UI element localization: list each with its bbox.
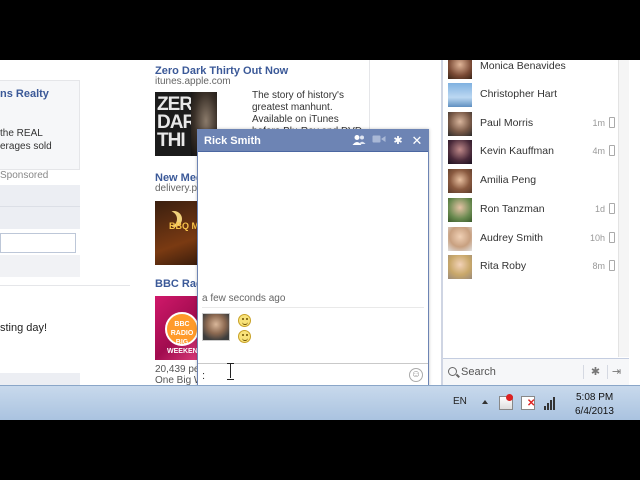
realty-ad-text: the REAL [0, 128, 43, 139]
divider [202, 307, 424, 308]
divider [0, 285, 130, 286]
smiley-emoji-icon [238, 330, 251, 343]
ad-url: delivery.p [155, 183, 198, 194]
left-panel-row [0, 255, 80, 277]
sponsored-label: Sponsored [0, 170, 49, 181]
mobile-device-icon [609, 232, 615, 243]
friend-search-input[interactable] [461, 364, 571, 380]
friend-name: Amilia Peng [480, 174, 537, 186]
realty-ad-card[interactable]: ns Realty the REAL erages sold [0, 80, 80, 170]
ad-title[interactable]: BBC Rad [155, 278, 203, 290]
windows-taskbar: EN 5:08 PM 6/4/2013 [0, 385, 640, 420]
realty-ad-text: erages sold [0, 141, 52, 152]
friend-name: Ron Tanzman [480, 203, 545, 215]
friend-name: Rita Roby [480, 260, 527, 272]
avatar [448, 83, 472, 107]
friend-last-active: 4m [592, 146, 605, 156]
friend-name: Audrey Smith [480, 232, 544, 244]
friend-last-active: 1d [594, 204, 605, 214]
ad-likes-count: 20,439 pe [155, 364, 200, 375]
friend-name: Christopher Hart [480, 88, 558, 100]
video-call-icon[interactable] [372, 134, 386, 148]
friend-item[interactable]: Rita Roby 8m [443, 253, 629, 281]
avatar [448, 255, 472, 279]
chat-header[interactable]: Rick Smith ✱ ✕ [198, 130, 428, 152]
tray-app-icon[interactable] [499, 394, 513, 410]
realty-ad-title[interactable]: ns Realty [0, 88, 49, 100]
show-hidden-icons-icon[interactable] [482, 400, 488, 404]
friend-last-active: 1m [592, 118, 605, 128]
friend-name: Paul Morris [480, 117, 534, 129]
avatar [448, 227, 472, 251]
mobile-device-icon [609, 117, 615, 128]
pop-out-icon[interactable]: ⇥ [607, 365, 625, 379]
friend-item[interactable]: Ron Tanzman 1d [443, 196, 629, 224]
gear-icon[interactable]: ✱ [583, 365, 603, 379]
friend-last-active: 10h [589, 233, 605, 243]
clock-time[interactable]: 5:08 PM [576, 392, 613, 403]
ad-image-text: BBC RADIO BIG WEEKEND [165, 312, 203, 355]
avatar [448, 112, 472, 136]
action-center-flag-icon[interactable] [521, 396, 535, 410]
avatar [448, 60, 472, 79]
sidebar-footer: ✱ ⇥ [443, 358, 629, 385]
avatar [448, 198, 472, 222]
friend-item[interactable]: Christopher Hart [443, 81, 629, 109]
chat-window: Rick Smith ✱ ✕ a few seconds ago ☺ [197, 129, 429, 387]
mobile-device-icon [609, 260, 615, 271]
friend-last-active: 8m [592, 261, 605, 271]
left-panel-row [0, 207, 80, 229]
avatar [448, 140, 472, 164]
close-icon[interactable]: ✕ [410, 134, 424, 148]
avatar [448, 169, 472, 193]
friend-item[interactable]: Monica Benavides [443, 60, 629, 81]
left-text-field[interactable] [0, 233, 76, 253]
left-panel-row [0, 373, 80, 385]
emoji-icon[interactable]: ☺ [409, 368, 423, 382]
browser-viewport: ns Realty the REAL erages sold Sponsored… [0, 60, 640, 420]
friend-item[interactable]: Paul Morris 1m [443, 110, 629, 138]
ad-url: itunes.apple.com [155, 76, 231, 87]
friend-name: Kevin Kauffman [480, 145, 554, 157]
mobile-device-icon [609, 203, 615, 214]
i-beam-cursor-icon [227, 363, 234, 380]
avatar[interactable] [202, 313, 230, 341]
mobile-device-icon [609, 145, 615, 156]
chat-timestamp: a few seconds ago [202, 293, 286, 304]
network-signal-icon[interactable] [543, 396, 557, 410]
add-friends-icon [352, 135, 366, 145]
search-icon [448, 367, 457, 376]
chat-sidebar: Monica Benavides Christopher Hart Paul M… [441, 60, 629, 385]
add-friends-icon[interactable] [352, 134, 366, 148]
video-call-icon [372, 135, 386, 143]
friend-item[interactable]: Amilia Peng [443, 167, 629, 195]
friend-item[interactable]: Audrey Smith 10h [443, 225, 629, 253]
sidebar-scrollbar[interactable] [618, 60, 629, 357]
clock-date[interactable]: 6/4/2013 [575, 406, 614, 417]
friend-item[interactable]: Kevin Kauffman 4m [443, 138, 629, 166]
friend-name: Monica Benavides [480, 60, 566, 72]
chat-title[interactable]: Rick Smith [204, 135, 261, 147]
gear-icon[interactable]: ✱ [391, 134, 405, 148]
left-panel-row [0, 185, 80, 207]
smiley-emoji-icon [238, 314, 251, 327]
language-indicator[interactable]: EN [453, 396, 467, 407]
feed-post-text: sting day! [0, 322, 48, 334]
left-content-column: ns Realty the REAL erages sold Sponsored… [0, 60, 130, 385]
